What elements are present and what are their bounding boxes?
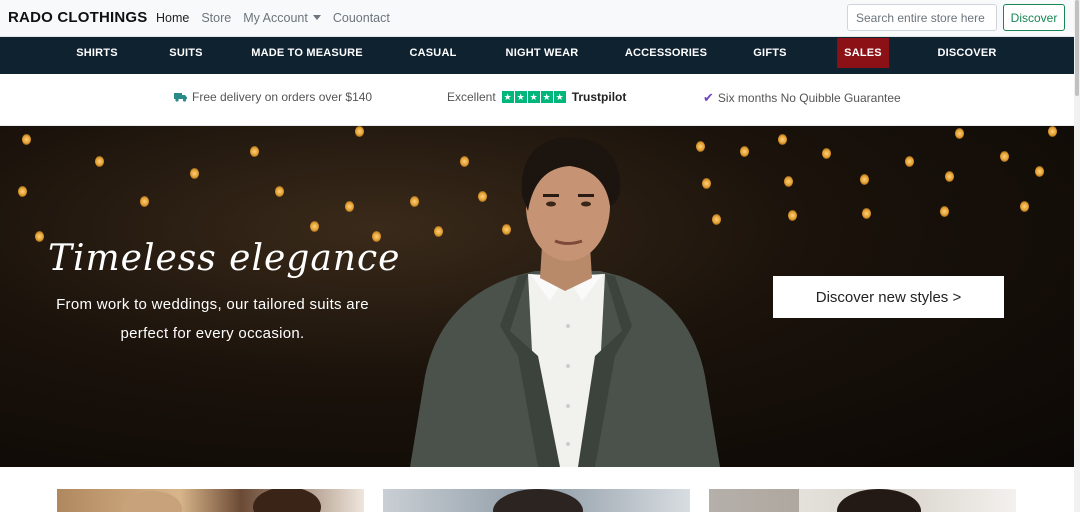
brand-logo[interactable]: RADO CLOTHINGS: [8, 9, 147, 26]
top-navbar: RADO CLOTHINGS Home Store My Account Cou…: [0, 0, 1074, 37]
product-card-2[interactable]: [383, 489, 690, 512]
truck-icon: [174, 93, 187, 102]
star-icon: ★: [514, 91, 527, 103]
star-icon: ★: [527, 91, 540, 103]
category-night-wear[interactable]: NIGHT WEAR: [506, 37, 579, 74]
category-navbar: SHIRTS SUITS MADE TO MEASURE CASUAL NIGH…: [0, 37, 1074, 74]
product-image-2: [493, 489, 583, 512]
star-icon: ★: [553, 91, 566, 103]
nav-contact[interactable]: Couontact: [333, 11, 390, 25]
product-card-1[interactable]: [57, 489, 364, 512]
hero-title: Timeless elegance: [48, 238, 401, 279]
star-icon: ★: [501, 91, 514, 103]
search-input[interactable]: [847, 4, 997, 31]
nav-my-account-label: My Account: [243, 11, 308, 25]
model-in-suit-image: [410, 137, 720, 467]
info-strip: Free delivery on orders over $140 Excell…: [0, 74, 1074, 126]
category-made-to-measure[interactable]: MADE TO MEASURE: [251, 37, 363, 74]
category-suits[interactable]: SUITS: [169, 37, 202, 74]
category-discover[interactable]: DISCOVER: [937, 37, 996, 74]
scrollbar-thumb[interactable]: [1075, 0, 1079, 96]
discover-new-styles-button[interactable]: Discover new styles >: [773, 276, 1004, 318]
product-image-3: [709, 489, 921, 512]
delivery-text: Free delivery on orders over $140: [192, 90, 373, 104]
delivery-info: Free delivery on orders over $140: [174, 90, 372, 104]
nav-my-account-dropdown[interactable]: My Account: [243, 11, 321, 25]
page-scrollbar[interactable]: [1074, 0, 1080, 512]
discover-button[interactable]: Discover: [1003, 4, 1065, 31]
trustpilot-rating[interactable]: Excellent ★ ★ ★ ★ ★ Trustpilot: [447, 90, 626, 104]
rating-stars: ★ ★ ★ ★ ★: [501, 91, 566, 103]
nav-store[interactable]: Store: [201, 11, 231, 25]
check-icon: ✔: [703, 90, 714, 105]
top-nav-links: Home Store My Account Couontact: [156, 11, 390, 25]
rating-label: Excellent: [447, 90, 496, 104]
category-sales[interactable]: SALES: [837, 38, 889, 68]
category-gifts[interactable]: GIFTS: [753, 37, 786, 74]
category-accessories[interactable]: ACCESSORIES: [625, 37, 707, 74]
hero-banner: Timeless elegance From work to weddings,…: [0, 126, 1074, 467]
trustpilot-logo-text: Trustpilot: [571, 90, 627, 104]
product-image-1: [122, 489, 321, 512]
product-card-3[interactable]: [709, 489, 1016, 512]
guarantee-info: ✔ Six months No Quibble Guarantee: [703, 90, 901, 106]
category-casual[interactable]: CASUAL: [409, 37, 456, 74]
category-shirts[interactable]: SHIRTS: [76, 37, 118, 74]
guarantee-text: Six months No Quibble Guarantee: [717, 91, 901, 105]
chevron-down-icon: [312, 15, 321, 20]
star-icon: ★: [540, 91, 553, 103]
hero-subtitle: From work to weddings, our tailored suit…: [56, 296, 369, 342]
nav-home[interactable]: Home: [156, 11, 189, 25]
